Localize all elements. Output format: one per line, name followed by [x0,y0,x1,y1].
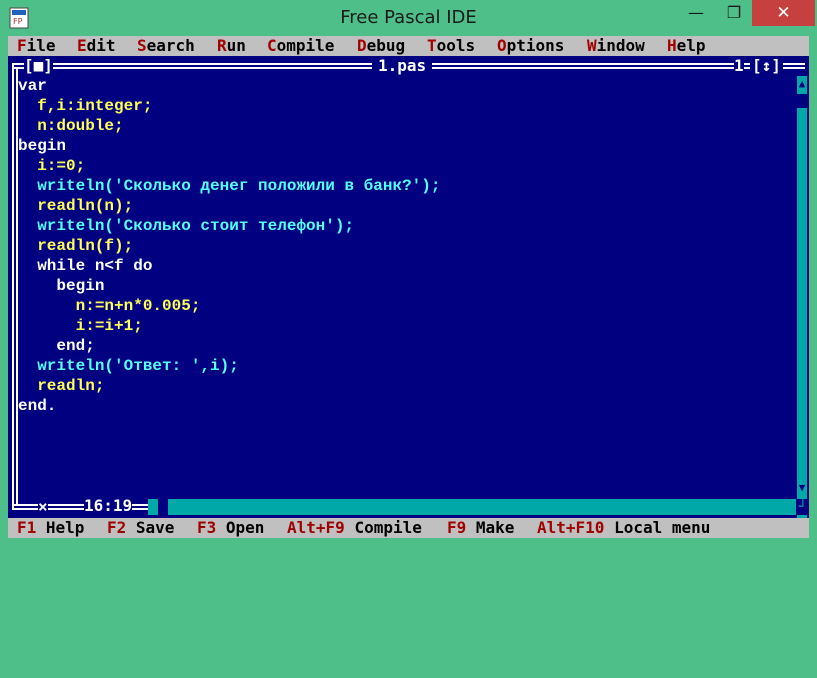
code-line: writeln('Сколько стоит телефон'); [18,217,355,235]
code-line: writeln('Сколько денег положили в банк?'… [18,177,441,195]
status-bar: F1 Help F2 Save F3 Open Alt+F9 Compile F… [8,518,809,538]
code-area[interactable]: var f,i:integer; n:double; begin i:=0; w… [18,76,440,416]
status-local-menu[interactable]: Alt+F10 Local menu [537,518,710,538]
code-line: readln(n); [18,197,134,215]
horizontal-scrollbar[interactable] [148,499,796,515]
frame-left [12,63,14,510]
ide-console: File Edit Search Run Compile Debug Tools… [8,36,809,538]
status-open[interactable]: F3 Open [197,518,264,538]
code-line: i:=i+1; [18,317,143,335]
status-make[interactable]: F9 Make [447,518,514,538]
status-help[interactable]: F1 Help [17,518,84,538]
code-line: n:=n+n*0.005; [18,297,201,315]
code-line: while n<f do [18,257,153,275]
menu-file[interactable]: File [17,36,56,56]
menu-search[interactable]: Search [137,36,195,56]
scroll-up-arrow-icon[interactable]: ▲ [797,76,807,92]
editor-zoom-box[interactable]: [↕] [750,57,783,75]
menu-help[interactable]: Help [667,36,706,56]
horizontal-scroll-thumb[interactable] [158,499,168,515]
menu-edit[interactable]: Edit [77,36,116,56]
title-bar[interactable]: FP Free Pascal IDE — ❐ ✕ [0,0,817,36]
code-line: begin [18,137,67,155]
code-line: var [18,77,47,95]
menu-run[interactable]: Run [217,36,246,56]
cursor-position: 16:19 [84,496,133,515]
maximize-button[interactable]: ❐ [716,0,752,26]
code-line: end; [18,337,95,355]
editor-window[interactable]: [■] 1.pas 1 [↕] var f,i:integer; n:doubl… [8,56,809,518]
editor-window-number: 1 [734,56,744,75]
menu-debug[interactable]: Debug [357,36,405,56]
code-line: f,i:integer; [18,97,153,115]
close-button[interactable]: ✕ [752,0,815,26]
editor-filename: 1.pas [372,57,433,75]
menu-bar: File Edit Search Run Compile Debug Tools… [8,36,809,56]
vertical-scrollbar[interactable] [797,76,807,518]
app-window: FP Free Pascal IDE — ❐ ✕ File Edit Searc… [0,0,817,546]
menu-compile[interactable]: Compile [267,36,334,56]
code-line: readln; [18,377,105,395]
status-compile[interactable]: Alt+F9 Compile [287,518,422,538]
code-line: begin [18,277,105,295]
menu-window[interactable]: Window [587,36,645,56]
menu-options[interactable]: Options [497,36,564,56]
minimize-button[interactable]: — [676,0,716,26]
code-line: end. [18,397,57,415]
status-save[interactable]: F2 Save [107,518,174,538]
code-line: i:=0; [18,157,86,175]
vertical-scroll-thumb[interactable] [797,94,807,108]
code-line: readln(f); [18,237,134,255]
resize-corner-icon[interactable]: ┘ [797,499,809,515]
menu-tools[interactable]: Tools [427,36,475,56]
code-line: writeln('Ответ: ',i); [18,357,239,375]
modified-indicator: × [38,497,48,516]
code-line: n:double; [18,117,124,135]
editor-close-box[interactable]: [■] [24,57,53,75]
scroll-down-arrow-icon[interactable]: ▼ [797,480,807,496]
